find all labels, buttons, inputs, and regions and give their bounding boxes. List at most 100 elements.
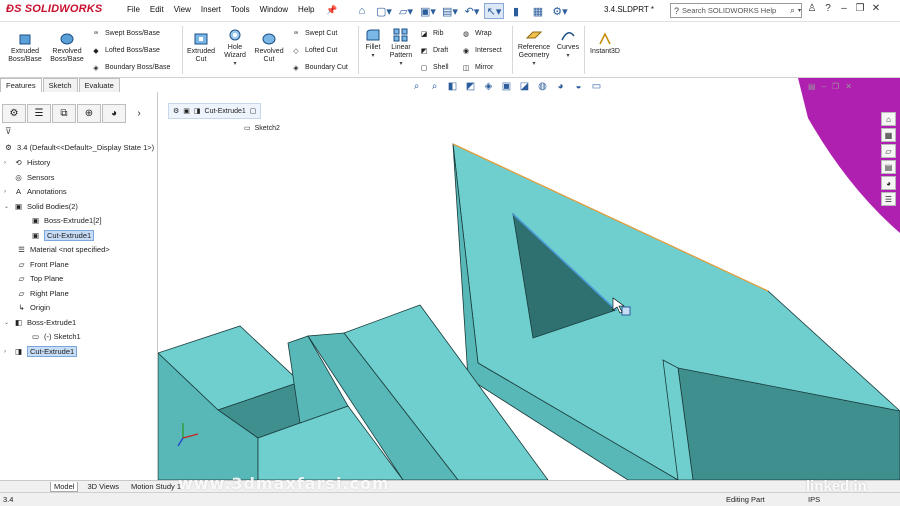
tree-item-right-plane[interactable]: ▱ Right Plane (16, 287, 69, 300)
tab-model[interactable]: Model (50, 481, 79, 492)
solidworks-resources-icon[interactable]: ⌂ (881, 112, 896, 126)
reference-geometry-button[interactable]: Reference Geometry ▾ (514, 28, 554, 68)
search-icon[interactable]: ⌕ (790, 5, 795, 16)
undo-icon[interactable]: ↶▾ (462, 3, 482, 19)
tab-evaluate[interactable]: Evaluate (78, 78, 120, 92)
wrap-button[interactable]: ◍ Wrap (460, 28, 492, 39)
viewport-close-icon[interactable]: ✕ (845, 82, 852, 91)
draft-button[interactable]: ◩ Draft (418, 45, 448, 56)
hole-wizard-button[interactable]: Hole Wizard ▾ (220, 28, 250, 68)
viewport-icon[interactable]: ▤ (808, 82, 816, 91)
swept-boss-button[interactable]: ꟹ Swept Boss/Base (90, 28, 160, 39)
graphics-area[interactable] (158, 78, 900, 480)
panel-expand-icon[interactable]: › (127, 104, 151, 123)
tree-item-boss-extrude[interactable]: ⌄ ◧ Boss-Extrude1 (4, 316, 76, 329)
display-manager-icon[interactable]: ◕ (102, 104, 126, 123)
selection-handle[interactable] (621, 306, 631, 316)
restore-icon[interactable]: ❐ (854, 3, 866, 14)
breadcrumb-feature[interactable]: Cut-Extrude1 (205, 108, 246, 115)
tree-item-front-plane[interactable]: ▱ Front Plane (16, 258, 69, 271)
options-icon[interactable]: ⚙▾ (550, 3, 570, 19)
apply-scene-icon[interactable]: ◒ (572, 80, 585, 93)
extruded-boss-button[interactable]: Extruded Boss/Base (6, 32, 44, 64)
feature-manager-icon[interactable]: ⚙ (2, 104, 26, 123)
view-settings-icon[interactable]: ▭ (590, 80, 603, 93)
display-style-icon[interactable]: ◪ (518, 80, 531, 93)
curves-button[interactable]: Curves ▾ (556, 28, 580, 60)
linear-pattern-dropdown-icon[interactable]: ▾ (399, 60, 402, 68)
body-breadcrumb-icon[interactable]: ▣ (183, 107, 190, 115)
tree-item-material[interactable]: ☰ Material <not specified> (16, 243, 110, 256)
boundary-boss-button[interactable]: ◈ Boundary Boss/Base (90, 62, 170, 73)
tree-item-body-boss[interactable]: ▣ Boss-Extrude1[2] (30, 214, 102, 227)
appearances-icon[interactable]: ◕ (881, 176, 896, 190)
part-model-render[interactable] (158, 78, 900, 480)
hide-show-items-icon[interactable]: ◍ (536, 80, 549, 93)
minimize-icon[interactable]: – (838, 3, 850, 14)
menu-tools[interactable]: Tools (226, 5, 255, 14)
tab-sketch[interactable]: Sketch (42, 78, 78, 92)
fillet-button[interactable]: Fillet ▾ (362, 28, 384, 60)
select-icon[interactable]: ↖▾ (484, 3, 504, 19)
app-logo[interactable]: ƉS SOLIDWORKS (6, 3, 102, 15)
zoom-to-area-icon[interactable]: ⌕ (428, 80, 441, 93)
close-icon[interactable]: ✕ (870, 3, 882, 14)
design-library-icon[interactable]: ▦ (881, 128, 896, 142)
viewport-restore-icon[interactable]: ❐ (832, 82, 839, 91)
menu-edit[interactable]: Edit (145, 5, 169, 14)
swept-cut-button[interactable]: ꟹ Swept Cut (290, 28, 338, 39)
help-search-box[interactable]: ? Search SOLIDWORKS Help ⌕ ▾ (670, 3, 802, 18)
expand-icon[interactable]: › (4, 160, 10, 166)
previous-view-icon[interactable]: ◧ (446, 80, 459, 93)
print-icon[interactable]: ▤▾ (440, 3, 460, 19)
expand-icon[interactable]: › (4, 189, 10, 195)
new-icon[interactable]: ▢▾ (374, 3, 394, 19)
file-props-icon[interactable]: ▦ (528, 3, 548, 19)
expand-icon[interactable]: › (4, 349, 10, 355)
search-dropdown-icon[interactable]: ▾ (798, 7, 801, 14)
menu-view[interactable]: View (169, 5, 196, 14)
tab-motion-study[interactable]: Motion Study 1 (128, 482, 184, 491)
filter-icon[interactable]: ⊽ (5, 126, 12, 137)
rib-button[interactable]: ◪ Rib (418, 28, 444, 39)
open-icon[interactable]: ▱▾ (396, 3, 416, 19)
tree-item-history[interactable]: › ⟲ History (4, 156, 50, 169)
reference-geometry-dropdown-icon[interactable]: ▾ (532, 60, 535, 68)
dynamic-annotation-icon[interactable]: ◈ (482, 80, 495, 93)
linear-pattern-button[interactable]: Linear Pattern ▾ (386, 28, 416, 68)
extruded-cut-button[interactable]: Extruded Cut (184, 32, 218, 64)
fillet-dropdown-icon[interactable]: ▾ (371, 52, 374, 60)
tab-features[interactable]: Features (0, 78, 42, 92)
menu-help[interactable]: Help (293, 5, 319, 14)
tree-item-cut-extrude[interactable]: › ◨ Cut-Extrude1 (4, 345, 78, 358)
section-view-icon[interactable]: ◩ (464, 80, 477, 93)
tree-item-sensors[interactable]: ◎ Sensors (4, 171, 54, 184)
tab-3d-views[interactable]: 3D Views (84, 482, 122, 491)
revolved-cut-button[interactable]: Revolved Cut (252, 32, 286, 64)
search-input[interactable]: Search SOLIDWORKS Help (682, 6, 787, 15)
collapse-icon[interactable]: ⌄ (4, 203, 10, 210)
tree-item-body-cut[interactable]: ▣ Cut-Extrude1 (30, 229, 95, 242)
feature-breadcrumb-icon[interactable]: ◨ (194, 107, 201, 115)
status-units[interactable]: IPS (808, 495, 820, 504)
property-manager-icon[interactable]: ☰ (27, 104, 51, 123)
zoom-to-fit-icon[interactable]: ⌕ (410, 80, 423, 93)
tree-item-top-plane[interactable]: ▱ Top Plane (16, 272, 64, 285)
menu-insert[interactable]: Insert (196, 5, 226, 14)
menu-window[interactable]: Window (255, 5, 293, 14)
home-icon[interactable]: ⌂ (352, 3, 372, 19)
breadcrumb-sketch[interactable]: ▭ Sketch2 (244, 124, 280, 133)
shell-button[interactable]: ▢ Shell (418, 62, 449, 73)
lofted-boss-button[interactable]: ◆ Lofted Boss/Base (90, 45, 160, 56)
intersect-button[interactable]: ◉ Intersect (460, 45, 502, 56)
lofted-cut-button[interactable]: ◇ Lofted Cut (290, 45, 337, 56)
view-orientation-icon[interactable]: ▣ (500, 80, 513, 93)
file-explorer-icon[interactable]: ▱ (881, 144, 896, 158)
revolved-boss-button[interactable]: Revolved Boss/Base (48, 32, 86, 64)
custom-properties-icon[interactable]: ☰ (881, 192, 896, 206)
hole-wizard-dropdown-icon[interactable]: ▾ (233, 60, 236, 68)
part-breadcrumb-icon[interactable]: ⚙ (173, 107, 179, 115)
boundary-cut-button[interactable]: ◈ Boundary Cut (290, 62, 348, 73)
tree-item-origin[interactable]: ↳ Origin (16, 301, 50, 314)
tree-root[interactable]: ⚙ 3.4 (Default<<Default>_Display State 1… (3, 141, 154, 154)
